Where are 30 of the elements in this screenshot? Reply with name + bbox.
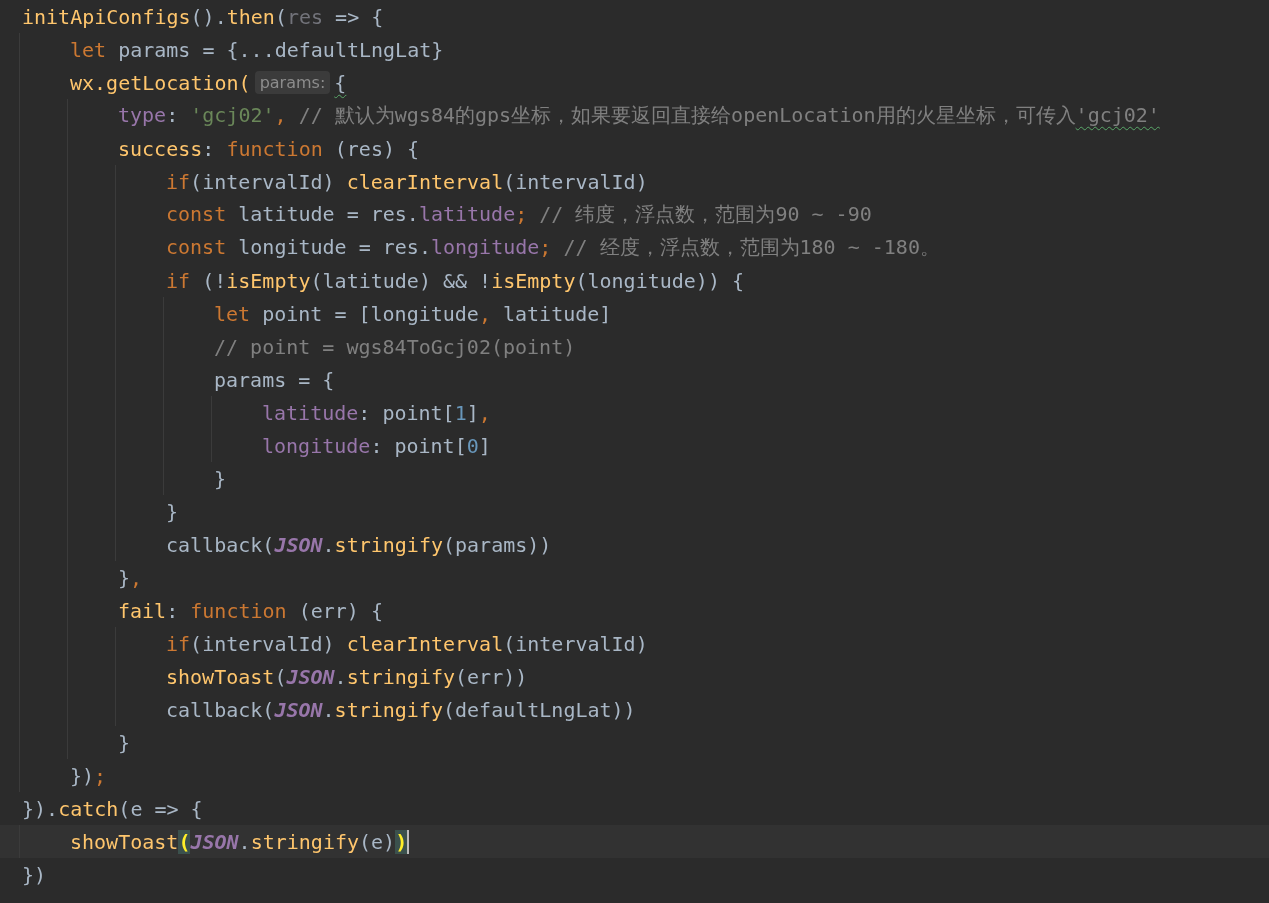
- code-text: type: 'gcj02', // 默认为wgs84的gps坐标，如果要返回直接给openLocation用的火星坐标，可传入'gcj02': [118, 102, 1160, 129]
- code-text: }).catch(e => {: [22, 796, 203, 821]
- code-text: fail: function (err) {: [118, 598, 383, 623]
- code-text: if(intervalId) clearInterval(intervalId): [166, 631, 648, 656]
- code-text: }: [214, 466, 227, 491]
- code-text: wx.getLocation(: [70, 70, 251, 95]
- code-text: longitude: point[0]: [262, 433, 491, 458]
- code-text: callback(JSON.stringify(params)): [166, 532, 552, 557]
- parameter-hint: params:: [254, 71, 331, 94]
- code-text: let point = [longitude, latitude]: [214, 301, 612, 326]
- code-text: showToast(JSON.stringify(e)): [70, 829, 408, 854]
- code-text: params = {: [214, 367, 335, 392]
- code-text: }): [22, 862, 47, 887]
- code-text: callback(JSON.stringify(defaultLngLat)): [166, 697, 636, 722]
- code-text: }: [166, 499, 179, 524]
- text-cursor: [407, 829, 410, 854]
- code-text: initApiConfigs().then(res => {: [22, 4, 384, 29]
- code-text: success: function (res) {: [118, 136, 420, 161]
- code-text: let params = {...defaultLngLat}: [70, 37, 444, 62]
- code-text: if (!isEmpty(latitude) && !isEmpty(longitude)) {: [166, 268, 744, 293]
- code-text: }: [118, 730, 131, 755]
- code-text: },: [118, 565, 143, 590]
- code-text: if(intervalId) clearInterval(intervalId): [166, 169, 648, 194]
- code-text: showToast(JSON.stringify(err)): [166, 664, 528, 689]
- code-text: {: [334, 70, 347, 95]
- code-text: });: [70, 763, 107, 788]
- code-text: latitude: point[1],: [262, 400, 491, 425]
- code-text: // point = wgs84ToGcj02(point): [214, 334, 576, 359]
- code-text: const longitude = res.longitude; // 经度，浮点数，范围为180 ~ -180。: [166, 234, 940, 261]
- code-text: const latitude = res.latitude; // 纬度，浮点数，范围为90 ~ -90: [166, 201, 872, 228]
